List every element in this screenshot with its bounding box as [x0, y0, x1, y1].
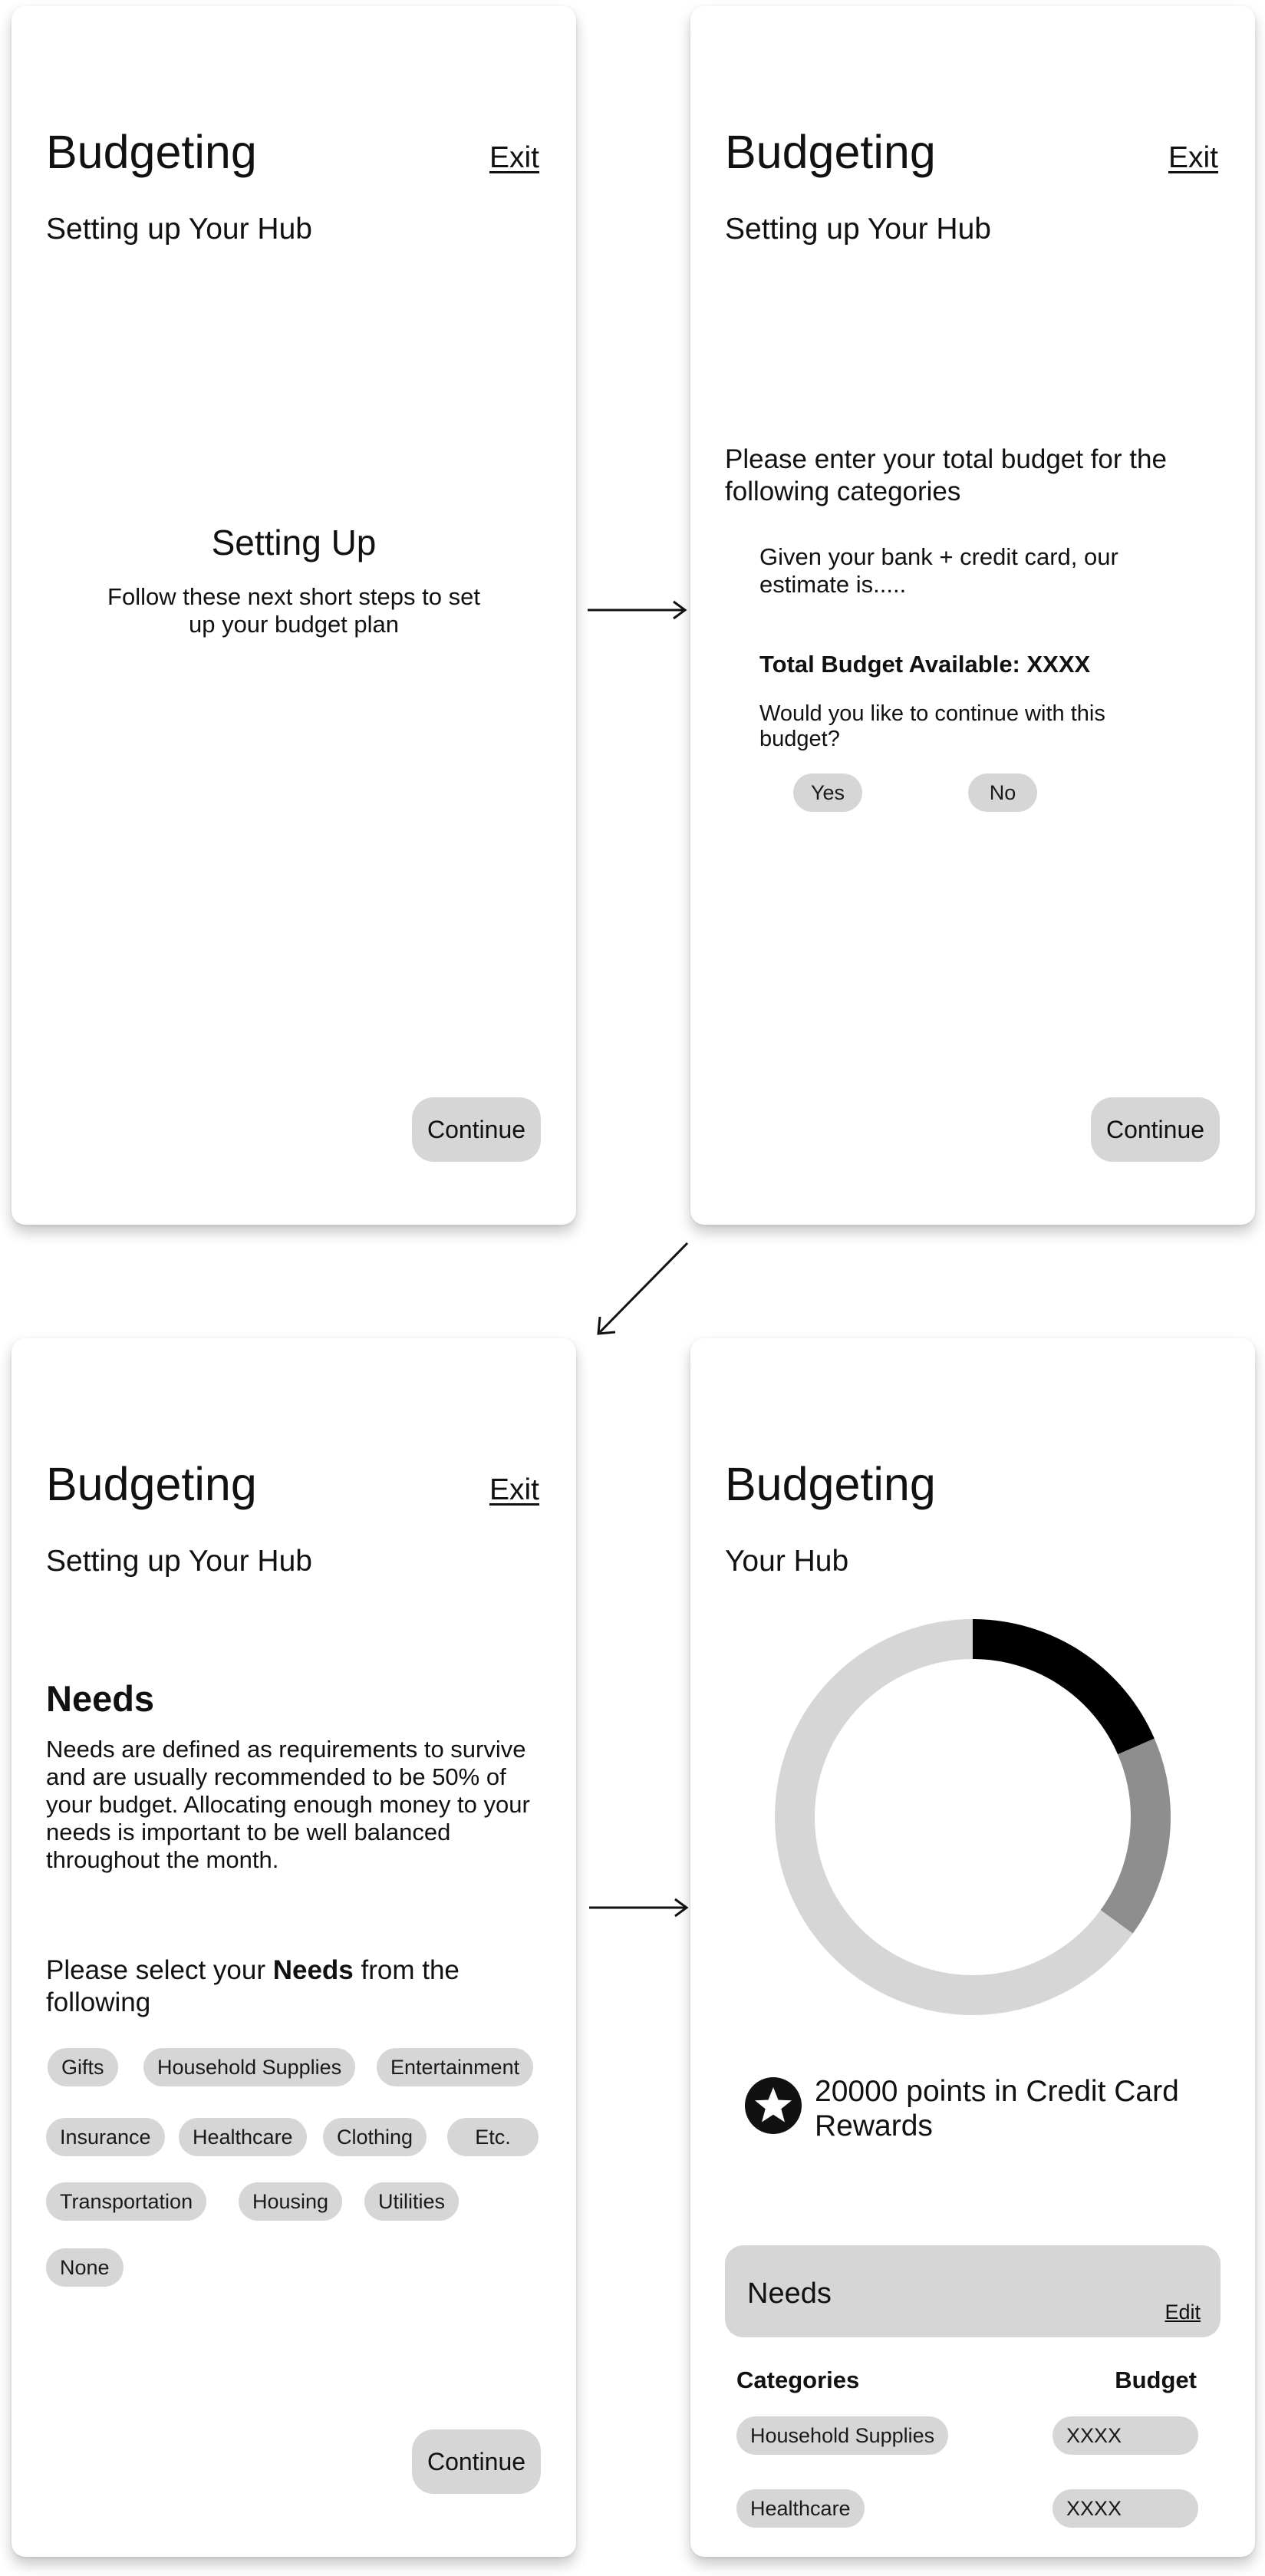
- exit-link[interactable]: Exit: [489, 1473, 539, 1507]
- credit-card-rewards-points: 20000 points in Credit Card Rewards: [815, 2075, 1179, 2142]
- budget-prompt: Please enter your total budget for the f…: [725, 444, 1167, 506]
- chip-etc[interactable]: Etc.: [447, 2118, 539, 2156]
- category-pill-healthcare[interactable]: Healthcare: [736, 2489, 865, 2528]
- page-subtitle: Setting up Your Hub: [46, 213, 312, 246]
- screen-needs-selection: Budgeting Exit Setting up Your Hub Needs…: [12, 1338, 576, 2557]
- flow-arrow-right-icon: [589, 1898, 689, 1918]
- star-icon: [745, 2077, 802, 2134]
- continue-button[interactable]: Continue: [412, 1097, 541, 1162]
- chip-gifts[interactable]: Gifts: [48, 2048, 118, 2086]
- flow-arrow-down-left-icon: [597, 1242, 689, 1335]
- total-budget-available: Total Budget Available: XXXX: [759, 651, 1091, 678]
- screen-setting-up: Budgeting Exit Setting up Your Hub Setti…: [12, 6, 576, 1225]
- no-button[interactable]: No: [968, 773, 1037, 812]
- page-subtitle: Setting up Your Hub: [46, 1545, 312, 1578]
- estimate-text: Given your bank + credit card, our estim…: [759, 543, 1118, 598]
- needs-select-prompt: Please select your Needs from the follow…: [46, 1954, 537, 2019]
- screen-your-hub: Budgeting Your Hub 20000 points in Credi…: [690, 1338, 1255, 2557]
- continue-button[interactable]: Continue: [1091, 1097, 1220, 1162]
- edit-link[interactable]: Edit: [1165, 2301, 1201, 2324]
- budget-column-header: Budget: [1115, 2367, 1197, 2393]
- chip-household-supplies[interactable]: Household Supplies: [143, 2048, 356, 2086]
- setting-up-heading: Setting Up: [211, 523, 377, 562]
- continue-question: Would you like to continue with this bud…: [759, 701, 1105, 752]
- app-title: Budgeting: [725, 126, 936, 178]
- chip-healthcare[interactable]: Healthcare: [179, 2118, 307, 2156]
- exit-link[interactable]: Exit: [1168, 141, 1218, 175]
- needs-description: Needs are defined as requirements to sur…: [46, 1736, 530, 1873]
- app-title: Budgeting: [725, 1458, 936, 1510]
- setting-up-description: Follow these next short steps to set up …: [107, 583, 480, 638]
- page-subtitle: Setting up Your Hub: [725, 213, 991, 246]
- budget-donut-chart: [775, 1619, 1171, 2015]
- category-pill-household-supplies[interactable]: Household Supplies: [736, 2416, 949, 2455]
- chip-utilities[interactable]: Utilities: [364, 2182, 460, 2221]
- chip-transportation[interactable]: Transportation: [46, 2182, 207, 2221]
- flow-arrow-right-icon: [588, 600, 687, 620]
- app-title: Budgeting: [46, 1458, 257, 1510]
- select-prompt-prefix: Please select your: [46, 1955, 273, 1985]
- yes-button[interactable]: Yes: [793, 773, 862, 812]
- needs-section-header[interactable]: Needs Edit: [725, 2245, 1221, 2337]
- screen-total-budget: Budgeting Exit Setting up Your Hub Pleas…: [690, 6, 1255, 1225]
- chip-clothing[interactable]: Clothing: [323, 2118, 427, 2156]
- continue-button[interactable]: Continue: [412, 2429, 541, 2494]
- app-title: Budgeting: [46, 126, 257, 178]
- categories-column-header: Categories: [736, 2367, 860, 2393]
- budget-value-field[interactable]: XXXX: [1053, 2416, 1198, 2455]
- budget-value-field[interactable]: XXXX: [1053, 2489, 1198, 2528]
- needs-heading: Needs: [46, 1678, 155, 1719]
- page-subtitle: Your Hub: [725, 1545, 849, 1578]
- chip-insurance[interactable]: Insurance: [46, 2118, 165, 2156]
- select-prompt-bold: Needs: [272, 1955, 354, 1985]
- exit-link[interactable]: Exit: [489, 141, 539, 175]
- chip-entertainment[interactable]: Entertainment: [377, 2048, 534, 2086]
- needs-label: Needs: [747, 2278, 832, 2310]
- chip-none[interactable]: None: [46, 2248, 124, 2287]
- chip-housing[interactable]: Housing: [239, 2182, 343, 2221]
